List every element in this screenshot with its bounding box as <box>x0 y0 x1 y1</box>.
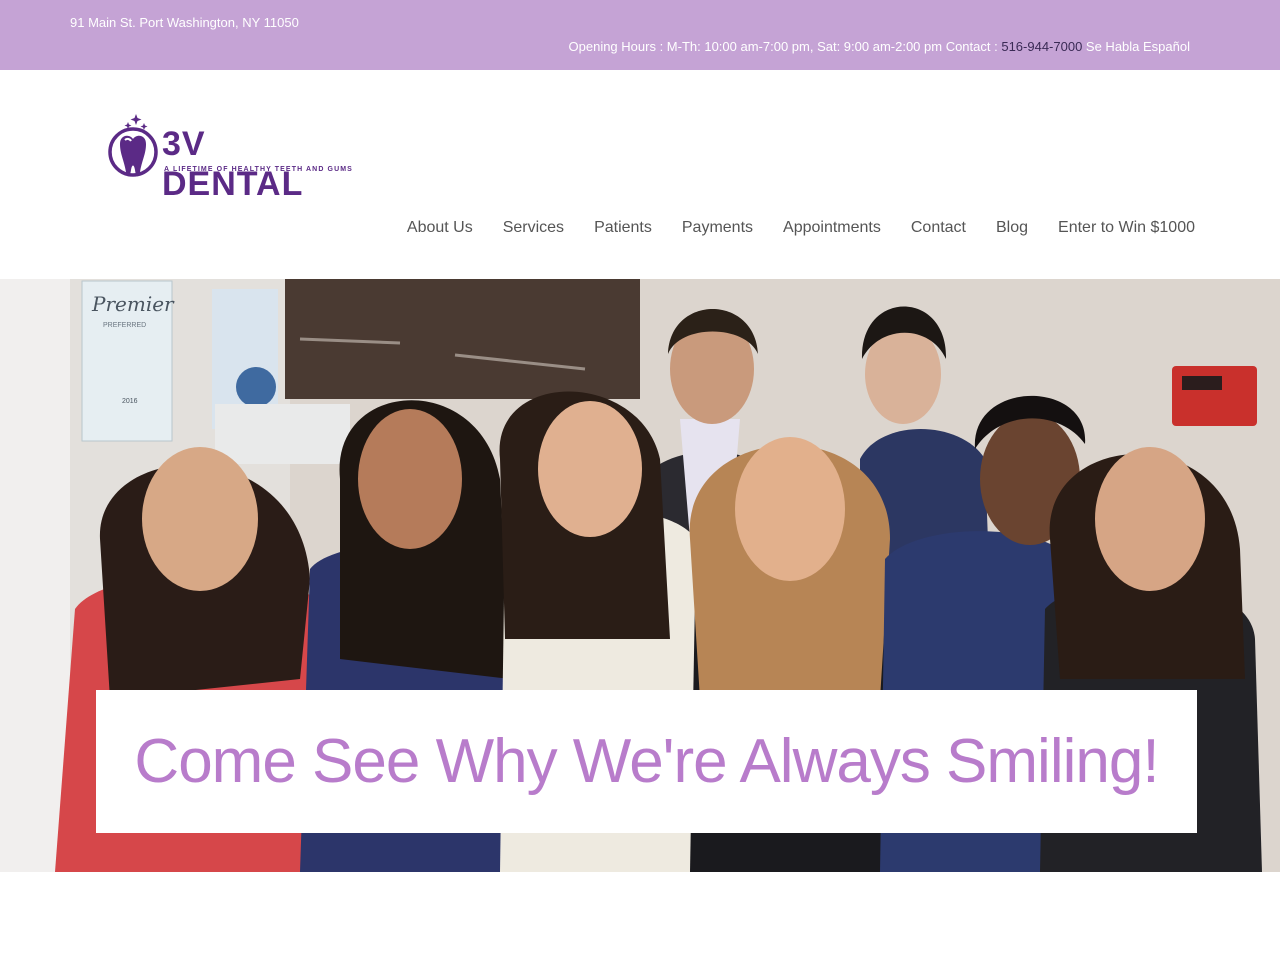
premier-sign-sub: PREFERRED <box>103 322 146 329</box>
nav-blog[interactable]: Blog <box>996 219 1028 237</box>
main-nav: About Us Services Patients Payments Appo… <box>407 219 1195 237</box>
nav-patients[interactable]: Patients <box>594 219 652 237</box>
nav-appointments[interactable]: Appointments <box>783 219 881 237</box>
nav-about-us[interactable]: About Us <box>407 219 473 237</box>
tooth-icon <box>108 114 158 177</box>
hero-headline: Come See Why We're Always Smiling! <box>134 727 1159 796</box>
phone-link[interactable]: 516-944-7000 <box>1001 39 1082 54</box>
address-text: 91 Main St. Port Washington, NY 11050 <box>70 15 299 30</box>
nav-enter-to-win[interactable]: Enter to Win $1000 <box>1058 219 1195 237</box>
logo-tagline: A LIFETIME OF HEALTHY TEETH AND GUMS <box>164 166 353 173</box>
nav-contact[interactable]: Contact <box>911 219 966 237</box>
nav-payments[interactable]: Payments <box>682 219 753 237</box>
hero-section: Premier PREFERRED 2016 Come See Why We'r… <box>0 279 1280 872</box>
nav-services[interactable]: Services <box>503 219 564 237</box>
hours-text: Opening Hours : M-Th: 10:00 am-7:00 pm, … <box>568 39 1002 54</box>
logo-brand-text: 3V DENTAL <box>162 125 304 203</box>
hero-banner: Come See Why We're Always Smiling! <box>96 690 1197 833</box>
site-logo[interactable]: 3V DENTAL A LIFETIME OF HEALTHY TEETH AN… <box>106 110 356 203</box>
premier-sign-title: Premier <box>91 292 175 316</box>
hours-contact-line: Opening Hours : M-Th: 10:00 am-7:00 pm, … <box>569 39 1190 54</box>
spanish-text: Se Habla Español <box>1082 39 1190 54</box>
top-info-bar: 91 Main St. Port Washington, NY 11050 Op… <box>0 0 1280 70</box>
premier-sign-year: 2016 <box>122 398 138 405</box>
